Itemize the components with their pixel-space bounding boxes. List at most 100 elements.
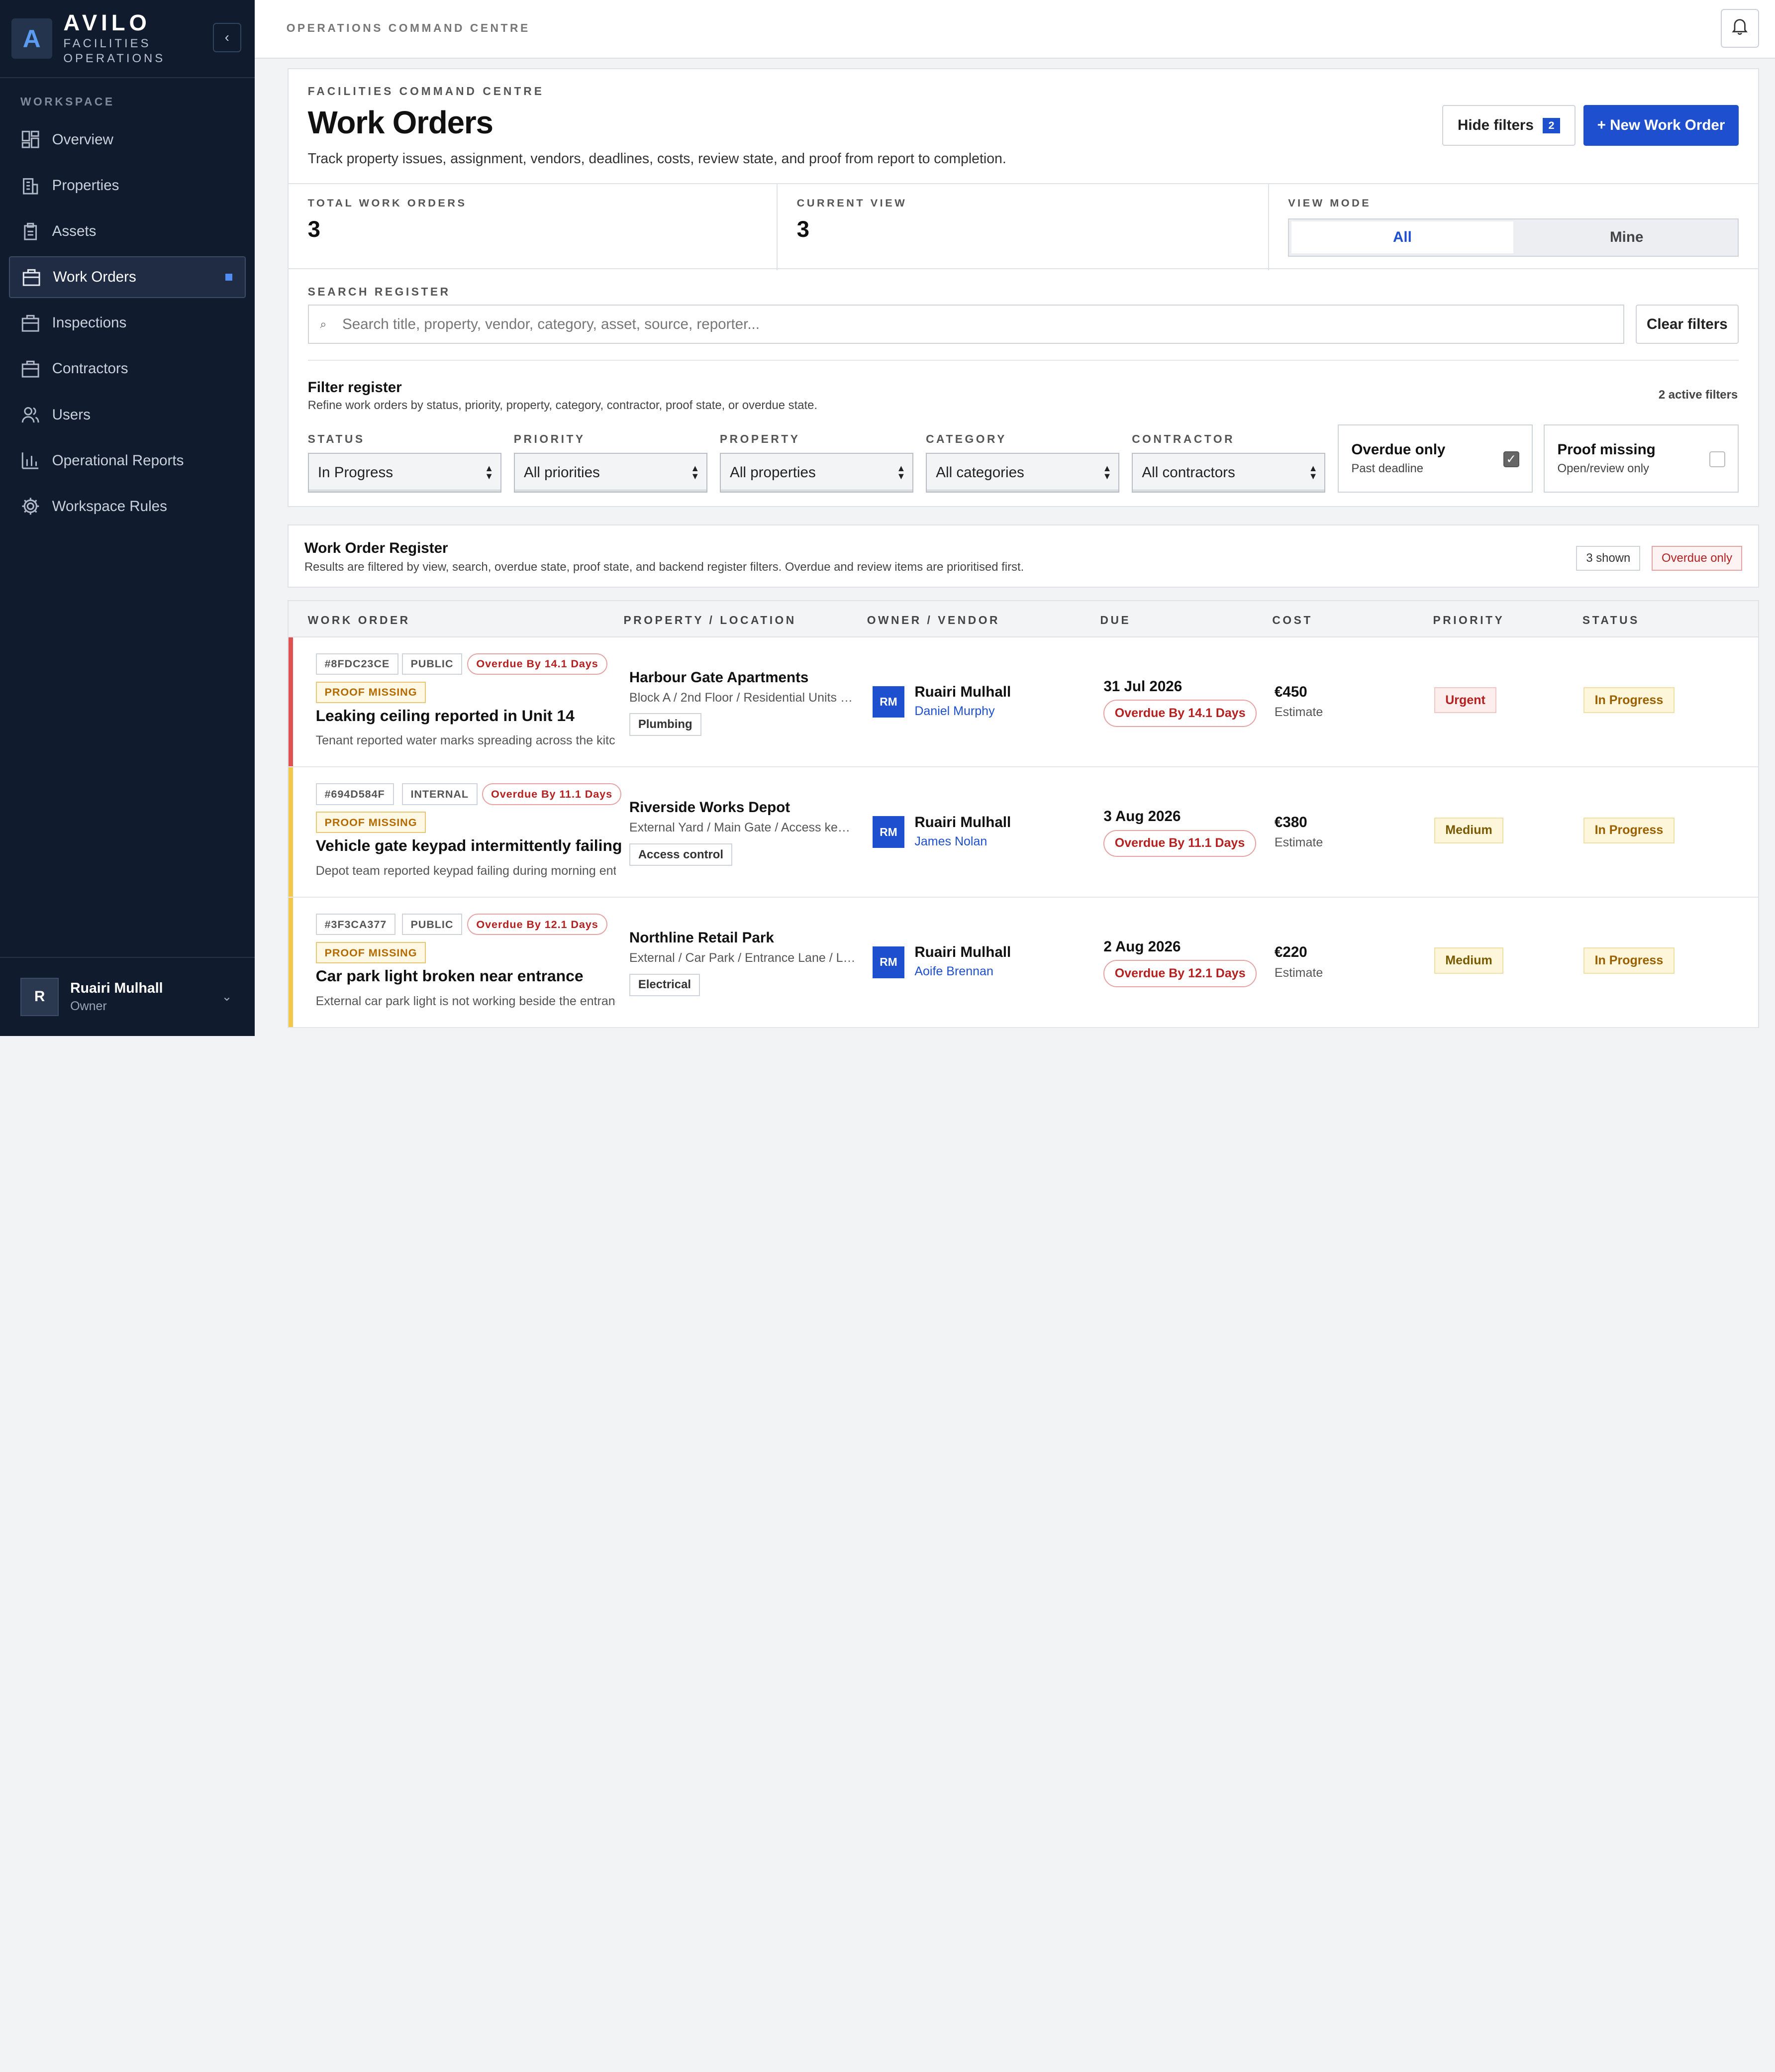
property-name: Harbour Gate Apartments [629,669,809,686]
clear-filters-button[interactable]: Clear filters [1635,304,1739,344]
column-work-order: WORK ORDER [307,614,410,627]
stat-total-value: 3 [307,216,320,242]
register-header: Work Order Register Results are filtered… [287,524,1760,588]
column-status: STATUS [1582,614,1640,627]
table-row[interactable]: #8FDC23CE PUBLIC Overdue By 14.1 Days PR… [288,637,1759,768]
work-orders-header-panel: FACILITIES COMMAND CENTRE Work Orders Tr… [287,68,1760,508]
search-input[interactable]: ⌕ Search title, property, vendor, catego… [307,304,1625,344]
cost-label: Estimate [1274,835,1323,849]
vendor-name[interactable]: James Nolan [914,834,987,849]
gear-icon [20,496,41,517]
collapse-sidebar-button[interactable]: ‹ [212,22,241,52]
view-mode-toggle: All Mine [1288,218,1739,257]
users-icon [20,405,41,425]
select-arrows-icon: ▲ ▼ [485,463,494,481]
brand-subtitle: FACILITIES OPERATIONS [63,36,166,65]
sidebar-item-properties[interactable]: Properties [9,165,246,207]
sidebar-item-operational-reports[interactable]: Operational Reports [9,440,246,482]
work-order-title[interactable]: Car park light broken near entrance [316,967,584,985]
notifications-button[interactable] [1720,9,1760,48]
row-accent-bar [288,898,294,1027]
sidebar-item-workspace-rules[interactable]: Workspace Rules [9,486,246,527]
chevron-left-icon: ‹ [224,29,229,45]
category-tag: Access control [629,843,732,866]
proof-missing-tag: PROOF MISSING [315,941,426,964]
proof-missing-tag: PROOF MISSING [315,812,426,833]
table-row[interactable]: #3F3CA377 PUBLIC Overdue By 12.1 Days PR… [288,898,1759,1028]
vendor-name[interactable]: Aoife Brennan [914,964,993,979]
contractor-select[interactable]: All contractors ▲ ▼ [1132,452,1326,493]
new-work-order-button[interactable]: + New Work Order [1583,105,1739,146]
work-order-title[interactable]: Leaking ceiling reported in Unit 14 [316,707,575,725]
grid-icon [20,129,41,150]
work-order-table: WORK ORDER PROPERTY / LOCATION OWNER / V… [287,600,1760,1029]
priority-badge: Medium [1434,817,1504,843]
stat-total-label: TOTAL WORK ORDERS [307,197,467,209]
overdue-tag: Overdue By 12.1 Days [467,914,607,935]
active-indicator [225,274,232,281]
status-badge: In Progress [1583,947,1675,974]
table-row[interactable]: #694D584F INTERNAL Overdue By 11.1 Days … [288,767,1759,898]
work-order-title[interactable]: Vehicle gate keypad intermittently faili… [316,836,622,855]
view-all-button[interactable]: All [1291,221,1514,254]
vendor-name[interactable]: Daniel Murphy [914,704,994,719]
search-label: SEARCH REGISTER [307,285,451,299]
proof-missing-checkbox[interactable] [1709,451,1725,468]
property-filter-label: PROPERTY [719,432,800,445]
search-placeholder: Search title, property, vendor, category… [342,315,760,332]
active-filter-count: 2 active filters [1658,388,1738,402]
proof-missing-toggle[interactable]: Proof missing Open/review only [1544,424,1739,493]
status-filter-label: STATUS [307,432,365,445]
column-due: DUE [1100,614,1131,627]
work-order-id: #694D584F [315,783,394,805]
visibility-tag: INTERNAL [401,783,478,805]
sidebar-item-contractors[interactable]: Contractors [9,348,246,390]
hide-filters-label: Hide filters [1458,117,1534,134]
priority-select[interactable]: All priorities ▲ ▼ [513,452,707,493]
priority-select-value: All priorities [523,464,600,481]
stat-current-view: CURRENT VIEW 3 [778,184,1269,271]
page-kicker: FACILITIES COMMAND CENTRE [307,85,544,98]
column-cost: COST [1272,614,1313,627]
sidebar-item-label: Users [52,406,91,423]
view-mine-button[interactable]: Mine [1516,219,1738,256]
view-mode: VIEW MODE All Mine [1269,184,1758,270]
cost-value: €220 [1274,944,1307,961]
stat-total: TOTAL WORK ORDERS 3 [289,184,778,271]
overdue-only-toggle[interactable]: Overdue only Past deadline ✓ [1338,424,1533,493]
due-overdue-badge: Overdue By 11.1 Days [1103,829,1256,857]
priority-badge: Medium [1434,947,1504,974]
overdue-only-checkbox[interactable]: ✓ [1503,451,1519,468]
shown-count-badge: 3 shown [1576,545,1641,571]
sidebar-item-label: Contractors [52,360,128,377]
proof-missing-tag: PROOF MISSING [315,681,426,703]
overdue-tag: Overdue By 14.1 Days [467,653,607,675]
sidebar-item-work-orders[interactable]: Work Orders [9,256,246,299]
status-badge: In Progress [1583,817,1675,843]
due-date: 3 Aug 2026 [1103,808,1181,825]
column-owner: OWNER / VENDOR [867,614,1000,627]
sidebar-item-assets[interactable]: Assets [9,210,246,252]
property-name: Riverside Works Depot [629,799,790,816]
chevron-down-icon: ⌄ [221,990,232,1004]
sidebar-item-overview[interactable]: Overview [9,119,246,161]
property-location: External / Car Park / Entrance Lane / Li… [629,951,856,965]
sidebar-item-inspections[interactable]: Inspections [9,302,246,344]
owner-avatar: RM [873,946,904,978]
due-date: 2 Aug 2026 [1103,938,1181,955]
status-select[interactable]: In Progress ▲ ▼ [307,452,501,493]
sidebar-item-label: Properties [52,177,119,194]
property-select[interactable]: All properties ▲ ▼ [719,452,914,493]
sidebar-item-users[interactable]: Users [9,394,246,435]
register-title: Work Order Register [304,540,448,557]
clipboard-icon [20,221,41,241]
hide-filters-button[interactable]: Hide filters 2 [1442,105,1576,146]
user-menu[interactable]: R Ruairi Mulhall Owner ⌄ [0,956,255,1036]
priority-badge: Urgent [1434,687,1497,714]
select-arrows-icon: ▲ ▼ [690,463,700,481]
register-subtitle: Results are filtered by view, search, ov… [304,560,1024,574]
brand: A AVILO FACILITIES OPERATIONS ‹ [0,0,255,78]
category-select[interactable]: All categories ▲ ▼ [926,452,1120,493]
contractor-select-value: All contractors [1142,464,1235,481]
table-header: WORK ORDER PROPERTY / LOCATION OWNER / V… [288,601,1759,637]
